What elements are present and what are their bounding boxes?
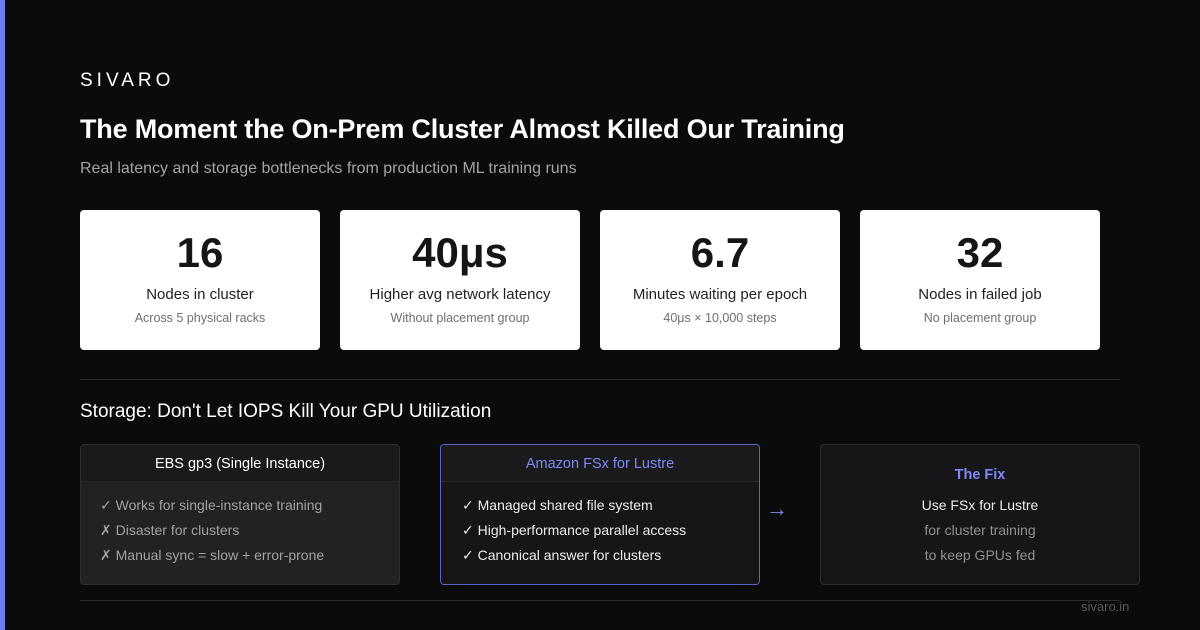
brand-logo: SIVARO xyxy=(80,70,175,91)
fix-panel: The Fix Use FSx for Lustre for cluster t… xyxy=(820,444,1140,585)
fix-line: for cluster training xyxy=(924,522,1036,538)
stats-row: 16 Nodes in cluster Across 5 physical ra… xyxy=(80,210,1100,350)
fix-line: Use FSx for Lustre xyxy=(921,497,1039,513)
stat-value: 32 xyxy=(956,229,1004,276)
stat-value: 6.7 xyxy=(690,229,750,276)
fsx-item: ✓ Canonical answer for clusters xyxy=(462,547,662,563)
fsx-panel-title: Amazon FSx for Lustre xyxy=(441,445,759,482)
ebs-panel-body: ✓ Works for single-instance training ✗ D… xyxy=(81,482,399,584)
stat-label: Higher avg network latency xyxy=(369,286,551,303)
stat-card-nodes: 16 Nodes in cluster Across 5 physical ra… xyxy=(80,210,320,350)
stat-label: Minutes waiting per epoch xyxy=(632,286,808,303)
footer-divider xyxy=(80,600,1120,601)
ebs-panel: EBS gp3 (Single Instance) ✓ Works for si… xyxy=(80,444,400,585)
fsx-item: ✓ High-performance parallel access xyxy=(462,522,687,538)
stat-subtext: Without placement group xyxy=(390,311,530,325)
ebs-item: ✓ Works for single-instance training xyxy=(100,497,323,513)
stat-label: Nodes in cluster xyxy=(146,286,254,303)
stat-card-failed-job: 32 Nodes in failed job No placement grou… xyxy=(860,210,1100,350)
fsx-item: ✓ Managed shared file system xyxy=(462,497,653,513)
accent-bar xyxy=(0,0,5,630)
ebs-item: ✗ Disaster for clusters xyxy=(100,522,240,538)
ebs-panel-title: EBS gp3 (Single Instance) xyxy=(81,445,399,482)
fix-title: The Fix xyxy=(954,467,1006,483)
stat-label: Nodes in failed job xyxy=(918,286,1042,303)
page-title: The Moment the On-Prem Cluster Almost Ki… xyxy=(80,114,845,144)
stat-value: 40μs xyxy=(412,229,508,276)
page-subtitle: Real latency and storage bottlenecks fro… xyxy=(80,160,577,177)
fsx-panel-body: ✓ Managed shared file system ✓ High-perf… xyxy=(441,482,759,584)
fsx-panel: Amazon FSx for Lustre ✓ Managed shared f… xyxy=(440,444,760,585)
stat-subtext: 40μs × 10,000 steps xyxy=(663,311,777,325)
footer-url: sivaro.in xyxy=(1081,599,1130,614)
stat-card-latency: 40μs Higher avg network latency Without … xyxy=(340,210,580,350)
arrow-right-icon: → xyxy=(766,496,788,521)
section-divider xyxy=(80,379,1120,380)
section-title: Storage: Don't Let IOPS Kill Your GPU Ut… xyxy=(80,401,492,422)
stat-card-minutes: 6.7 Minutes waiting per epoch 40μs × 10,… xyxy=(600,210,840,350)
stat-value: 16 xyxy=(176,229,224,276)
stat-subtext: No placement group xyxy=(923,311,1037,325)
fix-line: to keep GPUs fed xyxy=(924,547,1036,563)
ebs-item: ✗ Manual sync = slow + error-prone xyxy=(100,547,325,563)
stat-subtext: Across 5 physical racks xyxy=(134,311,266,325)
